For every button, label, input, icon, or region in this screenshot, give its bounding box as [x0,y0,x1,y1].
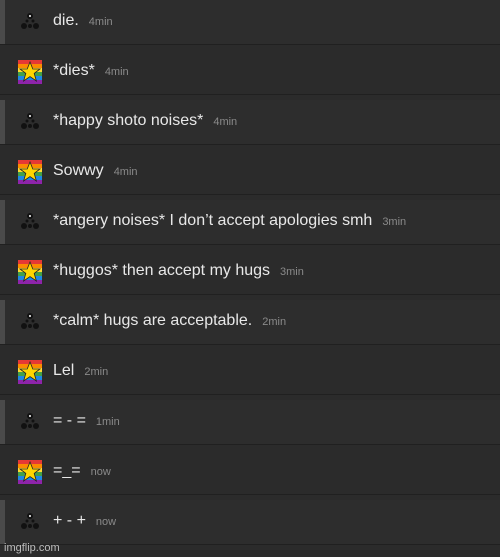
triangle-dots-icon[interactable] [18,10,42,34]
message-timestamp: 4min [104,66,129,78]
message-timestamp: 4min [113,166,138,178]
message-text: = - = 1min [53,412,120,429]
message-timestamp: 2min [262,316,287,328]
message-timestamp: 3min [280,266,304,278]
message-row[interactable]: *calm* hugs are acceptable. 2min [0,300,500,345]
message-timestamp: now [90,466,111,478]
message-row[interactable]: =_= now [0,450,500,495]
message-row[interactable]: = - = 1min [0,400,500,445]
rainbow-star-icon[interactable] [18,60,42,84]
message-row[interactable]: + - + now [0,500,500,545]
message-text: Lel 2min [53,362,109,379]
message-timestamp: 4min [88,16,113,28]
message-row[interactable]: die. 4min [0,0,500,45]
message-row[interactable]: Sowwy 4min [0,150,500,195]
message-timestamp: 2min [84,366,109,378]
message-timestamp: now [95,516,117,528]
message-row[interactable]: *angery noises* I don’t accept apologies… [0,200,500,245]
message-timestamp: 3min [382,216,407,228]
rainbow-star-icon[interactable] [18,360,42,384]
message-text: Sowwy 4min [53,162,138,179]
message-text: =_= now [53,462,111,479]
message-text: *dies* 4min [53,62,129,79]
triangle-dots-icon[interactable] [18,110,42,134]
message-timestamp: 1min [95,416,120,428]
triangle-dots-icon[interactable] [18,410,42,434]
message-text: *happy shoto noises* 4min [53,112,238,129]
message-row[interactable]: *dies* 4min [0,50,500,95]
message-row[interactable]: *huggos* then accept my hugs 3min [0,250,500,295]
message-feed: die. 4min *dies* 4min *happy shoto noises*… [0,0,500,557]
message-text: die. 4min [53,12,113,29]
imgflip-watermark: imgflip.com [4,542,60,554]
rainbow-star-icon[interactable] [18,260,42,284]
rainbow-star-icon[interactable] [18,460,42,484]
message-row[interactable]: *happy shoto noises* 4min [0,100,500,145]
message-text: + - + now [53,512,117,529]
triangle-dots-icon[interactable] [18,210,42,234]
message-text: *calm* hugs are acceptable. 2min [53,312,287,329]
message-timestamp: 4min [213,116,238,128]
rainbow-star-icon[interactable] [18,160,42,184]
message-text: *angery noises* I don’t accept apologies… [53,212,407,229]
message-row[interactable]: Lel 2min [0,350,500,395]
triangle-dots-icon[interactable] [18,310,42,334]
message-text: *huggos* then accept my hugs 3min [53,262,304,279]
triangle-dots-icon[interactable] [18,510,42,534]
